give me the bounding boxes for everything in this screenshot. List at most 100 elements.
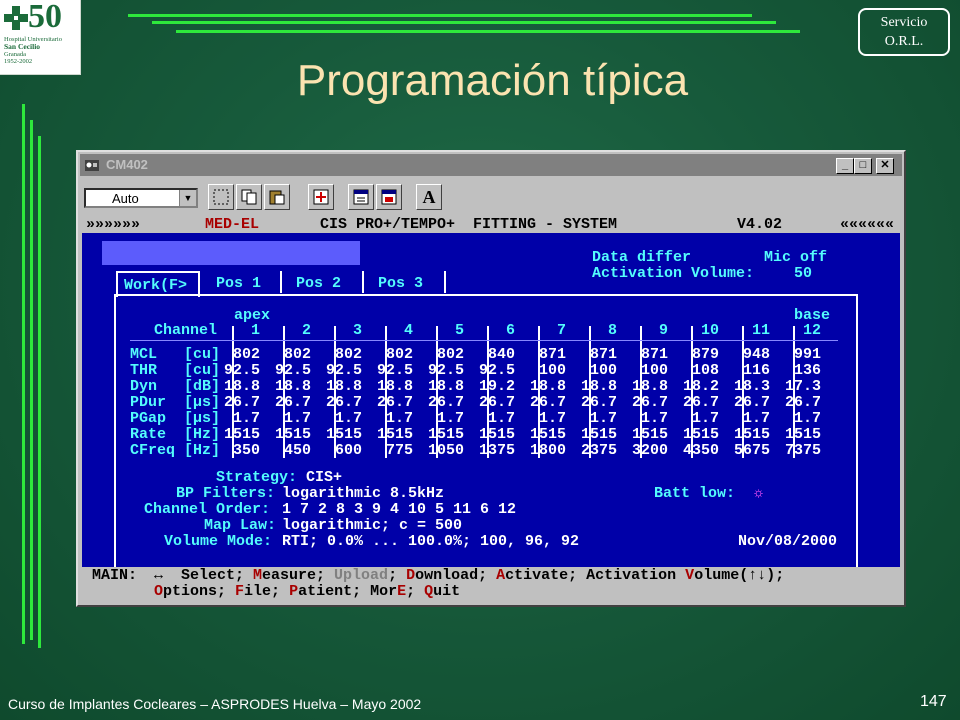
- row-name: Dyn: [130, 378, 158, 395]
- row-name: PGap: [130, 410, 167, 427]
- table-cell: 18.8: [632, 378, 669, 395]
- menu-item[interactable]: Quit: [424, 583, 460, 600]
- channel-header: 5: [455, 322, 465, 339]
- table-cell: 1515: [734, 426, 771, 443]
- table-cell: 26.7: [632, 394, 669, 411]
- table-header-divider: [130, 340, 838, 341]
- table-cell: 871: [641, 346, 669, 363]
- menu-item[interactable]: File;: [235, 583, 289, 600]
- table-cell: 7375: [785, 442, 822, 459]
- tab-pos-3[interactable]: Pos 3: [366, 271, 446, 293]
- table-cell: 1.7: [335, 410, 363, 427]
- menu-item[interactable]: Measure;: [253, 567, 334, 584]
- tab-pos-1[interactable]: Pos 1: [202, 271, 282, 293]
- menu-item[interactable]: Upload: [334, 567, 388, 584]
- table-cell: 802: [284, 346, 312, 363]
- tab-label: Work(F>: [124, 277, 188, 294]
- paste-button[interactable]: [264, 184, 290, 210]
- table-cell: 802: [437, 346, 465, 363]
- table-cell: 1515: [428, 426, 465, 443]
- chevron-down-icon[interactable]: ▼: [179, 190, 196, 206]
- menu-item[interactable]: Options;: [154, 583, 235, 600]
- strategy-value: CIS+: [306, 469, 343, 486]
- channel-header: 2: [302, 322, 312, 339]
- menu-item[interactable]: Download;: [406, 567, 496, 584]
- menu-hotkey: F: [235, 583, 245, 600]
- menu-item[interactable]: Patient;: [289, 583, 370, 600]
- table-cell: 871: [590, 346, 618, 363]
- table-cell: 136: [794, 362, 822, 379]
- close-button[interactable]: ✕: [876, 158, 894, 174]
- dos-screen: »»»»»» MED-EL CIS PRO+/TEMPO+ FITTING - …: [82, 216, 900, 600]
- fullscreen-button[interactable]: [308, 184, 334, 210]
- menu-item[interactable]: ;: [388, 567, 406, 584]
- badge-line: O.R.L.: [884, 34, 924, 49]
- menu-item[interactable]: Select;: [172, 567, 253, 584]
- table-cell: 26.7: [224, 394, 261, 411]
- font-button[interactable]: A: [416, 184, 442, 210]
- table-cell: 1.7: [743, 410, 771, 427]
- table-cell: 26.7: [377, 394, 414, 411]
- table-cell: 92.5: [479, 362, 516, 379]
- header-version: V4.02: [737, 216, 783, 233]
- table-cell: 3200: [632, 442, 669, 459]
- page-number: 147: [920, 693, 947, 710]
- menu-item[interactable]: E;: [397, 583, 424, 600]
- menu-item-text: ;: [388, 567, 407, 584]
- table-cell: 450: [284, 442, 312, 459]
- menu-item[interactable]: Mor: [370, 583, 397, 600]
- row-name: MCL: [130, 346, 158, 363]
- table-cell: 1515: [683, 426, 720, 443]
- row-name: CFreq: [130, 442, 176, 459]
- tab-label: Pos 2: [296, 275, 342, 292]
- table-cell: 871: [539, 346, 567, 363]
- app-icon: [85, 160, 99, 171]
- tab-label: Pos 3: [378, 275, 424, 292]
- properties-button[interactable]: [348, 184, 374, 210]
- table-cell: 26.7: [785, 394, 822, 411]
- menu-item-text: ;: [406, 583, 425, 600]
- menu-item[interactable]: Volume(↑↓);: [685, 567, 784, 584]
- menu-hotkey: P: [289, 583, 299, 600]
- copy-button[interactable]: [236, 184, 262, 210]
- table-cell: 26.7: [581, 394, 618, 411]
- table-cell: 26.7: [275, 394, 312, 411]
- table-cell: 802: [335, 346, 363, 363]
- apex-label: apex: [234, 307, 271, 324]
- table-cell: 17.3: [785, 378, 822, 395]
- select-region-button[interactable]: [208, 184, 234, 210]
- row-unit: [µs]: [184, 410, 221, 427]
- table-cell: 350: [233, 442, 261, 459]
- service-badge: Servicio O.R.L.: [858, 8, 950, 56]
- table-cell: 1515: [326, 426, 363, 443]
- main-menu-bar: MAIN: ↔ Select; Measure; Upload; Downloa…: [82, 567, 900, 600]
- table-cell: 26.7: [428, 394, 465, 411]
- menu-item[interactable]: Activate;: [496, 567, 586, 584]
- status-mic: Mic off: [764, 249, 828, 266]
- table-cell: 1515: [275, 426, 312, 443]
- row-unit: [µs]: [184, 394, 221, 411]
- minimize-button[interactable]: _: [836, 158, 854, 174]
- status-data-differ: Data differ: [592, 249, 692, 266]
- table-cell: 92.5: [275, 362, 312, 379]
- background-button[interactable]: [376, 184, 402, 210]
- table-cell: 1.7: [590, 410, 618, 427]
- decorative-line: [38, 136, 41, 648]
- maximize-button[interactable]: □: [854, 158, 872, 174]
- table-cell: 2375: [581, 442, 618, 459]
- table-cell: 1.7: [233, 410, 261, 427]
- menu-hotkey: Q: [424, 583, 434, 600]
- table-cell: 1515: [530, 426, 567, 443]
- map-law-label: Map Law:: [204, 517, 277, 534]
- tab-pos-2[interactable]: Pos 2: [284, 271, 364, 293]
- table-cell: 92.5: [377, 362, 414, 379]
- copy-icon: [241, 189, 257, 205]
- channel-header: 6: [506, 322, 516, 339]
- table-cell: 18.8: [581, 378, 618, 395]
- table-cell: 26.7: [479, 394, 516, 411]
- menu-item[interactable]: Activation: [586, 567, 685, 584]
- window-titlebar[interactable]: CM402 _ □ ✕: [80, 154, 902, 176]
- menu-item-text: Select;: [172, 567, 254, 584]
- mode-select[interactable]: Auto ▼: [84, 188, 198, 208]
- table-cell: 1515: [632, 426, 669, 443]
